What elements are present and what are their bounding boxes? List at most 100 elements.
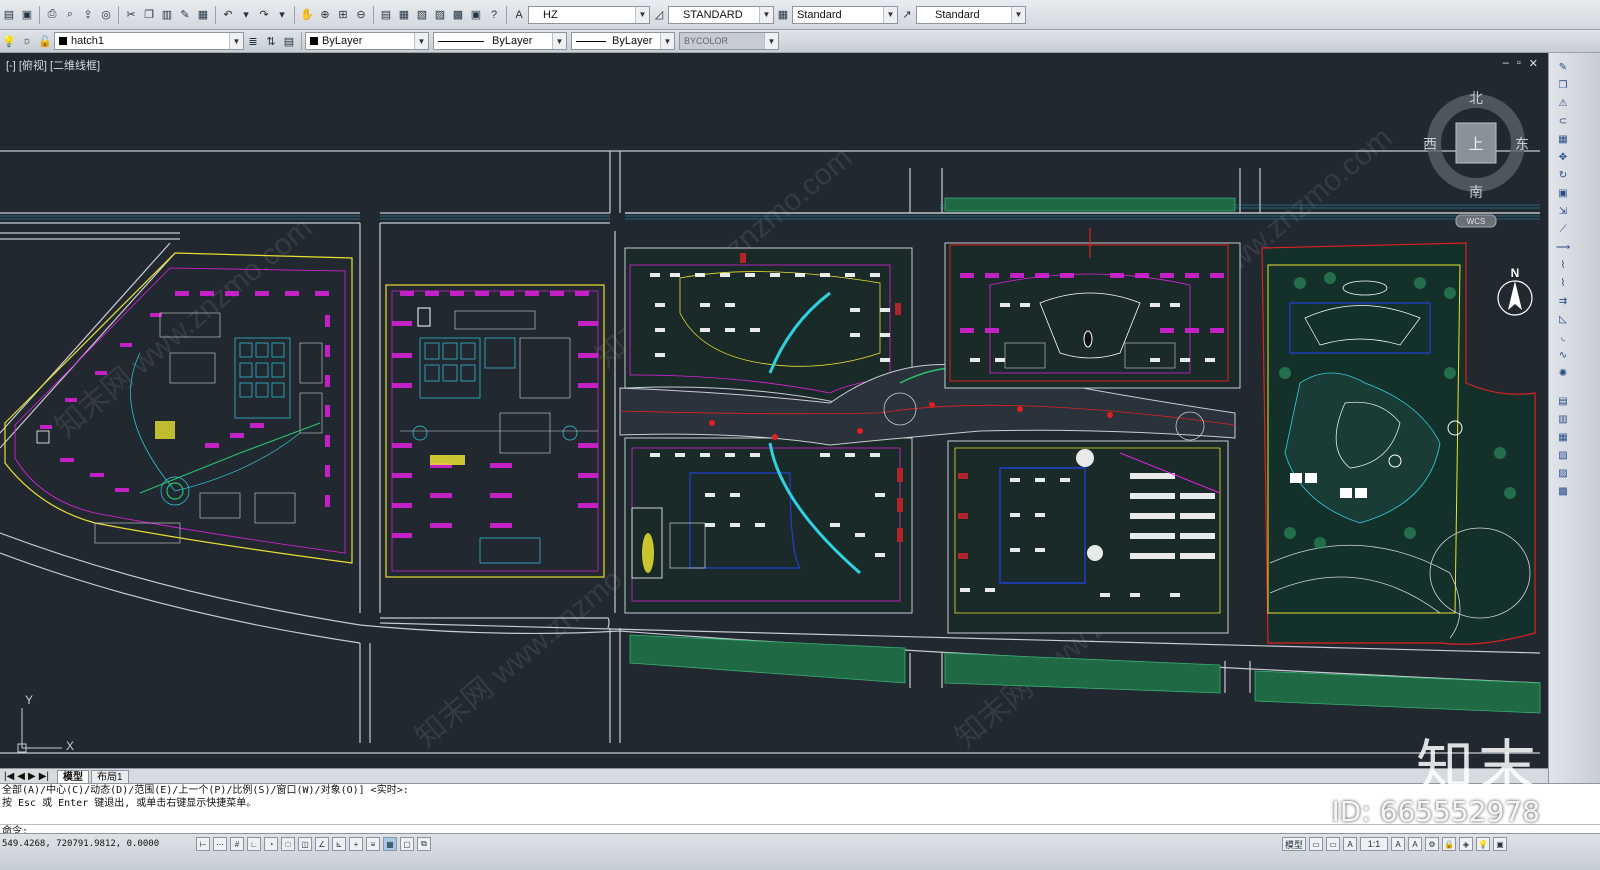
dim-style-icon[interactable]: ◿ — [651, 7, 667, 23]
model-space-button[interactable]: 模型 — [1282, 837, 1306, 851]
plotstyle-select[interactable]: BYCOLOR ▼ — [679, 32, 779, 50]
make-layer-current-icon[interactable]: ⇅ — [263, 33, 279, 49]
layer-lock-icon[interactable]: 🔓 — [37, 33, 53, 49]
tab-next-icon[interactable]: ▶ — [28, 771, 36, 782]
calculator-icon[interactable]: ▣ — [468, 7, 484, 23]
trim-icon[interactable]: ⟋ — [1555, 221, 1571, 237]
text-style-select[interactable]: HZ ▼ — [528, 5, 650, 24]
undo-dropdown-icon[interactable]: ▾ — [238, 7, 254, 23]
redo-icon[interactable]: ↷ — [256, 7, 272, 23]
offset-icon[interactable]: ⊂ — [1555, 113, 1571, 129]
3d-dwf-icon[interactable]: ◎ — [98, 7, 114, 23]
allow-ucs-icon[interactable]: ⊾ — [332, 837, 346, 851]
clean-screen-icon[interactable]: ▣ — [1493, 837, 1507, 851]
text-style-icon[interactable]: A — [511, 7, 527, 23]
viewcube-face-label[interactable]: 上 — [1468, 135, 1483, 153]
redo-dropdown-icon[interactable]: ▾ — [274, 7, 290, 23]
tab-last-icon[interactable]: ▶| — [39, 771, 49, 782]
help-icon[interactable]: ? — [486, 7, 502, 23]
explode-icon[interactable]: ✺ — [1555, 365, 1571, 381]
save-icon[interactable]: ▣ — [19, 7, 35, 23]
dim-style-select[interactable]: STANDARD ▼ — [668, 5, 774, 24]
array-icon[interactable]: ▦ — [1555, 131, 1571, 147]
cursor-coordinates[interactable]: 549.4268, 720791.9812, 0.0000 — [2, 839, 159, 849]
grid-display-icon[interactable]: # — [230, 837, 244, 851]
object-snap-icon[interactable]: □ — [281, 837, 295, 851]
text-to-front-icon[interactable]: ▩ — [1555, 483, 1571, 499]
tab-prev-icon[interactable]: ◀ — [17, 771, 25, 782]
break-at-point-icon[interactable]: ⌇ — [1555, 275, 1571, 291]
copy-object-icon[interactable]: ❐ — [1555, 77, 1571, 93]
workspace-switching-icon[interactable]: ⚙ — [1425, 837, 1439, 851]
zoom-window-icon[interactable]: ⊞ — [335, 7, 351, 23]
viewport-label[interactable]: [-] [俯视] [二维线框] — [6, 57, 100, 73]
drawing-canvas[interactable]: [-] [俯视] [二维线框] – ▫ ✕ 知末网 www.znzmo.com … — [0, 53, 1548, 768]
zoom-realtime-icon[interactable]: ⊕ — [317, 7, 333, 23]
blend-icon[interactable]: ∿ — [1555, 347, 1571, 363]
minimize-icon[interactable]: – — [1503, 57, 1509, 70]
pan-icon[interactable]: ✋ — [299, 7, 315, 23]
rotate-icon[interactable]: ↻ — [1555, 167, 1571, 183]
extend-icon[interactable]: ⟶ — [1555, 239, 1571, 255]
quick-view-drawings-icon[interactable]: ▭ — [1326, 837, 1340, 851]
stretch-icon[interactable]: ⇲ — [1555, 203, 1571, 219]
zoom-previous-icon[interactable]: ⊖ — [353, 7, 369, 23]
layer-freeze-icon[interactable]: ☼ — [19, 33, 35, 49]
annotation-scale-icon[interactable]: A — [1343, 837, 1357, 851]
object-snap-tracking-icon[interactable]: ∠ — [315, 837, 329, 851]
publish-icon[interactable]: ⇪ — [80, 7, 96, 23]
tool-palettes-icon[interactable]: ▧ — [414, 7, 430, 23]
quick-view-layouts-icon[interactable]: ▭ — [1309, 837, 1323, 851]
hardware-acceleration-icon[interactable]: ◈ — [1459, 837, 1473, 851]
isolate-objects-icon[interactable]: 💡 — [1476, 837, 1490, 851]
tab-model[interactable]: 模型 — [57, 769, 89, 784]
print-icon[interactable]: ⎙ — [44, 7, 60, 23]
restore-icon[interactable]: ▫ — [1517, 57, 1521, 70]
selection-cycling-icon[interactable]: ⧉ — [417, 837, 431, 851]
tab-layout1[interactable]: 布局1 — [91, 769, 129, 784]
table-style-icon[interactable]: ▦ — [775, 7, 791, 23]
join-icon[interactable]: ⇉ — [1555, 293, 1571, 309]
table-style-select[interactable]: Standard ▼ — [792, 5, 898, 24]
cut-icon[interactable]: ✂ — [123, 7, 139, 23]
dynamic-input-icon[interactable]: + — [349, 837, 363, 851]
mleader-style-icon[interactable]: ↗ — [899, 7, 915, 23]
scale-icon[interactable]: ▣ — [1555, 185, 1571, 201]
erase-icon[interactable]: ✎ — [1555, 59, 1571, 75]
color-select[interactable]: ByLayer ▼ — [305, 32, 429, 50]
fillet-icon[interactable]: ◟ — [1555, 329, 1571, 345]
properties-icon[interactable]: ▤ — [378, 7, 394, 23]
linetype-select[interactable]: ByLayer ▼ — [433, 32, 567, 50]
auto-scale-icon[interactable]: A — [1408, 837, 1422, 851]
3d-object-snap-icon[interactable]: ◫ — [298, 837, 312, 851]
mirror-icon[interactable]: ⚠ — [1555, 95, 1571, 111]
match-properties-icon[interactable]: ✎ — [177, 7, 193, 23]
ortho-mode-icon[interactable]: ∟ — [247, 837, 261, 851]
copy-icon[interactable]: ❐ — [141, 7, 157, 23]
lineweight-select[interactable]: ByLayer ▼ — [571, 32, 675, 50]
viewcube-east[interactable]: 东 — [1515, 137, 1529, 153]
undo-icon[interactable]: ↶ — [220, 7, 236, 23]
layer-properties-icon[interactable]: ≣ — [245, 33, 261, 49]
design-center-icon[interactable]: ▦ — [396, 7, 412, 23]
bring-to-front-icon[interactable]: ▥ — [1555, 411, 1571, 427]
open-icon[interactable]: ▤ — [1, 7, 17, 23]
quick-properties-icon[interactable]: ▢ — [400, 837, 414, 851]
layer-select[interactable]: hatch1 ▼ — [54, 32, 244, 50]
sheet-set-icon[interactable]: ▨ — [432, 7, 448, 23]
viewcube-south[interactable]: 南 — [1469, 185, 1483, 201]
infer-constraints-icon[interactable]: ⊢ — [196, 837, 210, 851]
layer-previous-icon[interactable]: ▤ — [281, 33, 297, 49]
wcs-menu[interactable]: WCS — [1467, 217, 1486, 226]
break-icon[interactable]: ⌇ — [1555, 257, 1571, 273]
viewcube-west[interactable]: 西 — [1423, 137, 1437, 153]
toolbar-lock-icon[interactable]: 🔒 — [1442, 837, 1456, 851]
print-preview-icon[interactable]: ⌕ — [62, 7, 78, 23]
annotation-scale-value[interactable]: 1:1 — [1360, 837, 1388, 851]
close-icon[interactable]: ✕ — [1529, 57, 1538, 70]
tab-first-icon[interactable]: |◀ — [4, 771, 14, 782]
bring-above-icon[interactable]: ▧ — [1555, 447, 1571, 463]
transparency-icon[interactable]: ▦ — [383, 837, 397, 851]
mleader-style-select[interactable]: Standard ▼ — [916, 5, 1026, 24]
snap-mode-icon[interactable]: ⋯ — [213, 837, 227, 851]
